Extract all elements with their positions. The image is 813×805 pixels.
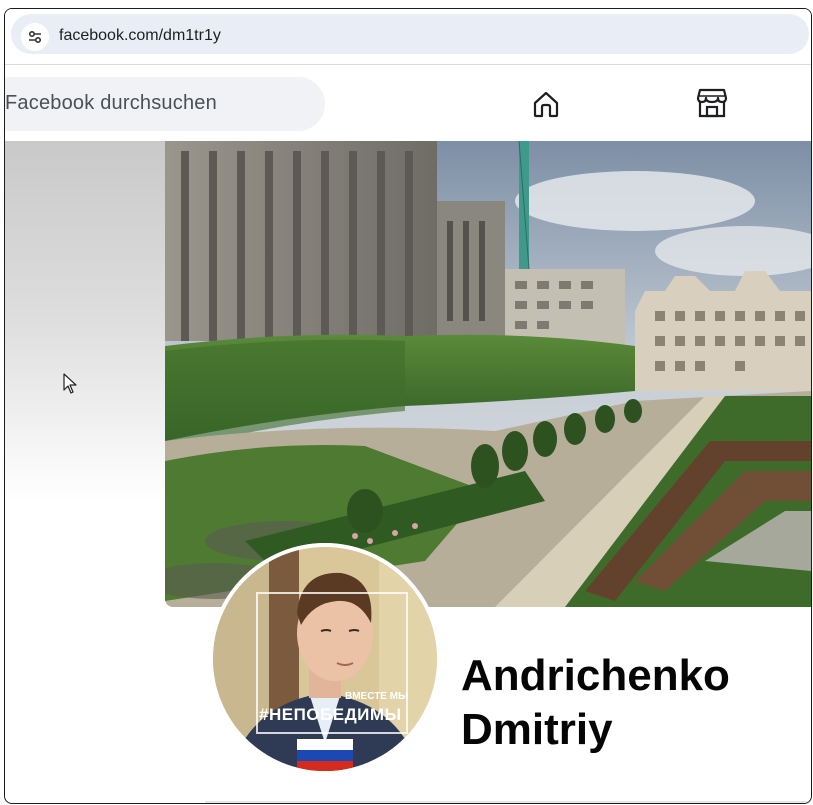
cover-photo[interactable] bbox=[165, 141, 811, 607]
avatar-small-text: ВМЕСТЕ МЫ bbox=[345, 691, 408, 702]
profile-name: Andrichenko Dmitriy bbox=[461, 649, 730, 757]
home-icon[interactable] bbox=[531, 89, 561, 119]
profile-avatar[interactable]: ВМЕСТЕ МЫ #НЕПОБЕДИМЫ bbox=[209, 543, 441, 775]
browser-window: facebook.com/dm1tr1y Facebook durchsuche… bbox=[4, 8, 812, 804]
avatar-slogan: #НЕПОБЕДИМЫ bbox=[259, 705, 402, 724]
profile-name-line1: Andrichenko bbox=[461, 651, 730, 700]
marketplace-icon[interactable] bbox=[695, 87, 729, 119]
address-bar: facebook.com/dm1tr1y bbox=[5, 9, 811, 59]
divider bbox=[205, 801, 811, 803]
profile-name-line2: Dmitriy bbox=[461, 705, 613, 754]
search-placeholder: Facebook durchsuchen bbox=[5, 92, 217, 114]
search-input[interactable]: Facebook durchsuchen bbox=[5, 77, 325, 131]
mouse-cursor-icon bbox=[63, 373, 79, 395]
url-text[interactable]: facebook.com/dm1tr1y bbox=[59, 27, 221, 45]
facebook-header: Facebook durchsuchen bbox=[5, 65, 811, 141]
tune-icon[interactable] bbox=[21, 23, 49, 51]
cover-side-area bbox=[5, 141, 165, 501]
